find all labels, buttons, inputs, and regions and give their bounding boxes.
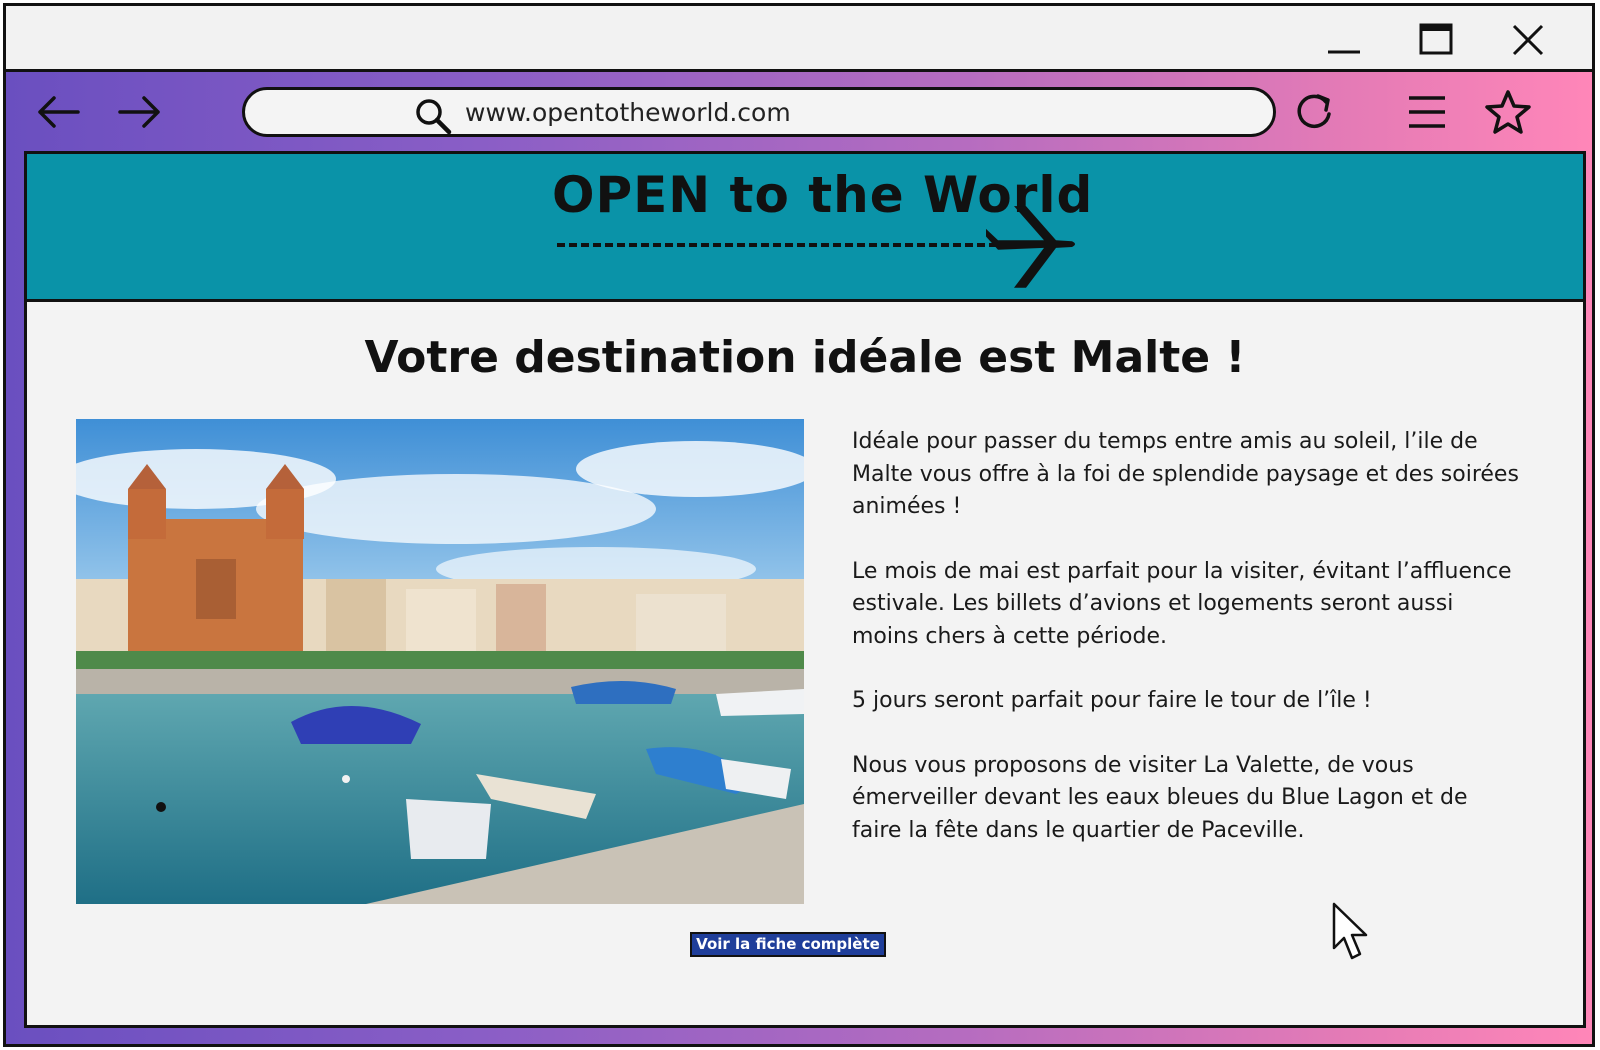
address-bar[interactable] (242, 87, 1276, 137)
forward-button[interactable] (116, 90, 164, 134)
forward-arrow-icon (118, 96, 160, 128)
maximize-button[interactable] (1414, 18, 1458, 62)
maximize-icon (1419, 23, 1453, 55)
airplane-icon (986, 206, 1075, 288)
reload-icon (1297, 94, 1331, 129)
page-viewport: OPEN to the World Votre destination idéa… (24, 151, 1586, 1028)
back-button[interactable] (34, 90, 82, 134)
site-banner: OPEN to the World (27, 154, 1583, 302)
bookmark-button[interactable] (1484, 90, 1532, 134)
menu-icon (1409, 96, 1445, 128)
reload-button[interactable] (1290, 90, 1338, 134)
destination-description: Idéale pour passer du temps entre amis a… (852, 426, 1522, 879)
close-button[interactable] (1506, 18, 1550, 62)
minimize-icon (1328, 50, 1360, 54)
malta-harbour-photo (76, 419, 804, 904)
menu-button[interactable] (1403, 90, 1451, 134)
paragraph: Idéale pour passer du temps entre amis a… (852, 429, 1519, 519)
title-bar (6, 6, 1592, 72)
paragraph: Le mois de mai est parfait pour la visit… (852, 558, 1512, 649)
view-full-sheet-button[interactable]: Voir la fiche complète (690, 932, 886, 957)
page-title: Votre destination idéale est Malte ! (364, 332, 1246, 383)
star-icon (1485, 90, 1531, 134)
browser-toolbar (6, 72, 1592, 154)
flight-path-line (557, 243, 997, 247)
minimize-button[interactable] (1322, 18, 1366, 62)
search-icon (416, 99, 452, 135)
close-icon (1512, 24, 1544, 56)
mouse-cursor-icon (1332, 902, 1368, 960)
url-input[interactable] (465, 94, 1165, 130)
back-arrow-icon (38, 96, 80, 128)
paragraph: 5 jours seront parfait pour faire le tou… (852, 688, 1372, 713)
paragraph: Nous vous proposons de visiter La Valett… (852, 752, 1468, 843)
browser-window: OPEN to the World Votre destination idéa… (3, 3, 1595, 1047)
